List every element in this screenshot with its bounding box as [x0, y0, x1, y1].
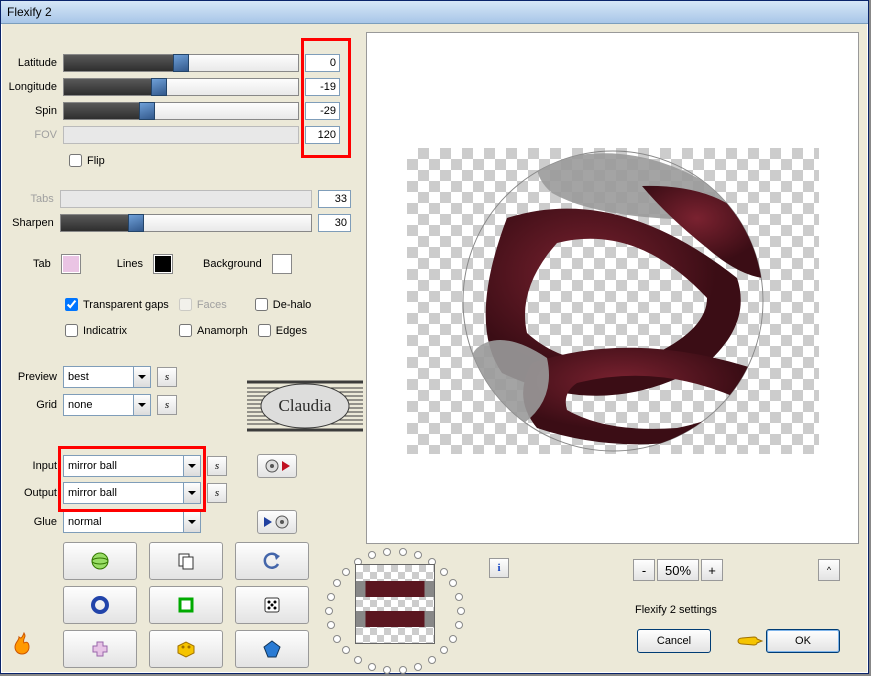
tool-dice-button[interactable]	[235, 586, 309, 624]
lines-color-swatch[interactable]	[153, 254, 173, 274]
play-cd-button[interactable]	[257, 454, 297, 478]
tool-globe-button[interactable]	[63, 542, 137, 580]
indicatrix-checkbox[interactable]	[65, 324, 78, 337]
tool-undo-button[interactable]	[235, 542, 309, 580]
spin-label: Spin	[1, 105, 57, 117]
output-s-button[interactable]: s	[207, 483, 227, 503]
cd-play-icon	[264, 458, 290, 474]
flip-label: Flip	[87, 155, 105, 167]
anamorph-checkbox[interactable]	[179, 324, 192, 337]
fov-slider	[63, 126, 299, 144]
lines-color-label: Lines	[117, 258, 143, 270]
sharpen-label: Sharpen	[1, 217, 54, 229]
settings-label: Flexify 2 settings	[635, 604, 717, 616]
fov-label: FOV	[1, 129, 57, 141]
faces-label: Faces	[197, 299, 227, 311]
tab-color-swatch[interactable]	[61, 254, 81, 274]
highlight-input-output	[58, 446, 206, 512]
faces-checkbox	[179, 298, 192, 311]
preview-select-label: Preview	[1, 371, 57, 383]
input-s-button[interactable]: s	[207, 456, 227, 476]
tool-copy-button[interactable]	[149, 542, 223, 580]
edges-checkbox[interactable]	[258, 324, 271, 337]
zoom-in-button[interactable]: +	[701, 559, 723, 581]
background-color-label: Background	[203, 258, 262, 270]
background-color-swatch[interactable]	[272, 254, 292, 274]
glue-select[interactable]: normal	[63, 511, 201, 533]
tab-color-label: Tab	[33, 258, 51, 270]
brick-icon	[175, 640, 197, 658]
flip-checkbox[interactable]	[69, 154, 82, 167]
highlight-values	[301, 38, 351, 158]
help-fire-button[interactable]	[13, 632, 35, 659]
latitude-slider[interactable]	[63, 54, 299, 72]
title-bar: Flexify 2	[1, 1, 868, 24]
globe-icon	[90, 551, 110, 571]
transparent-gaps-label: Transparent gaps	[83, 299, 169, 311]
longitude-label: Longitude	[1, 81, 57, 93]
longitude-slider[interactable]	[63, 78, 299, 96]
grid-select[interactable]: none	[63, 394, 151, 416]
zoom-value[interactable]: 50%	[657, 559, 699, 581]
indicatrix-label: Indicatrix	[83, 325, 127, 337]
svg-text:Claudia: Claudia	[279, 396, 332, 415]
undo-icon	[262, 551, 282, 571]
dehalo-label: De-halo	[273, 299, 312, 311]
tabs-label: Tabs	[1, 193, 54, 205]
ok-button[interactable]: OK	[766, 629, 840, 653]
ring-icon	[90, 595, 110, 615]
preview-s-button[interactable]: s	[157, 367, 177, 387]
info-button[interactable]: i	[489, 558, 509, 578]
grid-select-label: Grid	[1, 399, 57, 411]
spin-slider[interactable]	[63, 102, 299, 120]
collapse-button[interactable]: ^	[818, 559, 840, 581]
plus-shape-icon	[90, 639, 110, 659]
play-cd-icon	[262, 514, 292, 530]
preview-sphere-art	[407, 148, 819, 454]
preview-panel	[366, 32, 859, 544]
sharpen-value[interactable]: 30	[318, 214, 351, 232]
glue-select-label: Glue	[1, 516, 57, 528]
pointing-hand-icon	[736, 631, 764, 651]
latitude-label: Latitude	[1, 57, 57, 69]
input-select-label: Input	[1, 460, 57, 472]
dice-icon	[262, 595, 282, 615]
tool-square-button[interactable]	[149, 586, 223, 624]
cancel-button[interactable]: Cancel	[637, 629, 711, 653]
source-thumbnail[interactable]	[355, 564, 435, 644]
sharpen-slider[interactable]	[60, 214, 312, 232]
square-icon	[176, 595, 196, 615]
tool-gem-button[interactable]	[235, 630, 309, 668]
tool-plus-button[interactable]	[63, 630, 137, 668]
fire-icon	[13, 632, 35, 656]
window-title: Flexify 2	[7, 5, 52, 19]
dehalo-checkbox[interactable]	[255, 298, 268, 311]
tool-brick-button[interactable]	[149, 630, 223, 668]
tabs-slider	[60, 190, 312, 208]
watermark: Claudia	[247, 378, 363, 434]
grid-s-button[interactable]: s	[157, 395, 177, 415]
edges-label: Edges	[276, 325, 307, 337]
tool-ring-button[interactable]	[63, 586, 137, 624]
preview-select[interactable]: best	[63, 366, 151, 388]
play-cd-button-2[interactable]	[257, 510, 297, 534]
output-select-label: Output	[1, 487, 57, 499]
anamorph-label: Anamorph	[197, 325, 248, 337]
gem-icon	[262, 639, 282, 659]
transparent-gaps-checkbox[interactable]	[65, 298, 78, 311]
zoom-out-button[interactable]: -	[633, 559, 655, 581]
copy-icon	[176, 551, 196, 571]
preview-checker	[407, 148, 819, 454]
tabs-value[interactable]: 33	[318, 190, 351, 208]
